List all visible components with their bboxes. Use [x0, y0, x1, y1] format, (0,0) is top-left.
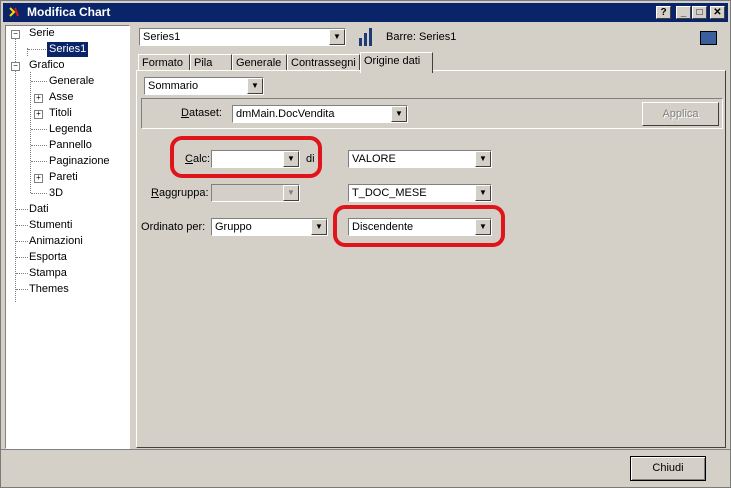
modifica-chart-window: Modifica Chart ? _ □ ✕ − Serie Series1 −… — [0, 0, 731, 488]
tree-item-esporta[interactable]: Esporta — [29, 250, 67, 265]
mode-select[interactable]: Sommario ▼ — [144, 77, 264, 95]
footer-divider — [1, 449, 730, 450]
tree-item-dati[interactable]: Dati — [29, 202, 49, 217]
close-dialog-button[interactable]: Chiudi — [630, 456, 706, 481]
tree-item-3d[interactable]: 3D — [49, 186, 63, 201]
tree-item-series1[interactable]: Series1 — [47, 42, 89, 57]
dataset-select-value: dmMain.DocVendita — [236, 108, 335, 120]
window-title: Modifica Chart — [27, 5, 111, 19]
chevron-down-icon[interactable]: ▼ — [475, 151, 491, 167]
tree-item-grafico[interactable]: Grafico — [29, 58, 64, 73]
origine-dati-page: Sommario ▼ Dataset: dmMain.DocVendita ▼ … — [136, 70, 726, 448]
tdoc-mese-select-value: T_DOC_MESE — [352, 187, 427, 199]
tree-item-asse[interactable]: Asse — [49, 90, 73, 105]
title-bar: Modifica Chart ? _ □ ✕ — [3, 3, 728, 22]
expand-titoli-icon[interactable]: + — [34, 110, 43, 119]
apply-button[interactable]: Applica — [642, 102, 719, 126]
expand-pareti-icon[interactable]: + — [34, 174, 43, 183]
navigation-tree[interactable]: − Serie Series1 − Grafico Generale + Ass… — [5, 25, 130, 449]
dataset-groupbox: Dataset: dmMain.DocVendita ▼ Applica — [141, 98, 723, 129]
collapse-grafico-icon[interactable]: − — [11, 62, 20, 71]
dataset-select[interactable]: dmMain.DocVendita ▼ — [232, 105, 408, 123]
series-type-label: Barre: Series1 — [386, 31, 457, 43]
mode-select-value: Sommario — [148, 80, 199, 92]
tree-item-titoli[interactable]: Titoli — [49, 106, 72, 121]
chevron-down-icon[interactable]: ▼ — [247, 78, 263, 94]
tree-item-themes[interactable]: Themes — [29, 282, 69, 297]
tab-origine-dati[interactable]: Origine dati — [360, 52, 433, 73]
direction-highlight — [333, 205, 505, 247]
help-button[interactable]: ? — [656, 6, 671, 19]
maximize-button[interactable]: □ — [692, 6, 707, 19]
minimize-button[interactable]: _ — [676, 6, 691, 19]
editor-panel: Series1 ▼ Barre: Series1 Formato Pila Ge… — [134, 25, 728, 449]
chevron-down-icon[interactable]: ▼ — [475, 185, 491, 201]
tree-item-animazioni[interactable]: Animazioni — [29, 234, 83, 249]
tdoc-mese-select[interactable]: T_DOC_MESE ▼ — [348, 184, 492, 202]
bar-series-icon — [359, 28, 372, 46]
tree-item-pannello[interactable]: Pannello — [49, 138, 92, 153]
raggruppa-select[interactable]: ▼ — [211, 184, 300, 202]
tree-item-pareti[interactable]: Pareti — [49, 170, 78, 185]
chevron-down-icon[interactable]: ▼ — [329, 29, 345, 45]
valore-select[interactable]: VALORE ▼ — [348, 150, 492, 168]
series-select-value: Series1 — [143, 31, 181, 43]
app-icon — [7, 5, 21, 19]
chevron-down-icon[interactable]: ▼ — [311, 219, 327, 235]
calc-highlight — [170, 136, 322, 178]
raggruppa-label: Raggruppa: — [151, 187, 209, 199]
tree-item-generale[interactable]: Generale — [49, 74, 94, 89]
collapse-serie-icon[interactable]: − — [11, 30, 20, 39]
tree-item-stampa[interactable]: Stampa — [29, 266, 67, 281]
tree-item-serie[interactable]: Serie — [29, 26, 55, 41]
expand-asse-icon[interactable]: + — [34, 94, 43, 103]
dataset-label: Dataset: — [181, 107, 222, 119]
chevron-down-icon[interactable]: ▼ — [283, 185, 299, 201]
tree-item-stumenti[interactable]: Stumenti — [29, 218, 72, 233]
tree-item-paginazione[interactable]: Paginazione — [49, 154, 110, 169]
ordinato-label: Ordinato per: — [141, 221, 206, 233]
ordinato-select[interactable]: Gruppo ▼ — [211, 218, 328, 236]
series-select[interactable]: Series1 ▼ — [139, 28, 346, 46]
valore-select-value: VALORE — [352, 153, 396, 165]
chevron-down-icon[interactable]: ▼ — [391, 106, 407, 122]
tree-item-legenda[interactable]: Legenda — [49, 122, 92, 137]
close-button[interactable]: ✕ — [710, 6, 725, 19]
series-color-swatch[interactable] — [700, 31, 717, 45]
ordinato-select-value: Gruppo — [215, 221, 252, 233]
